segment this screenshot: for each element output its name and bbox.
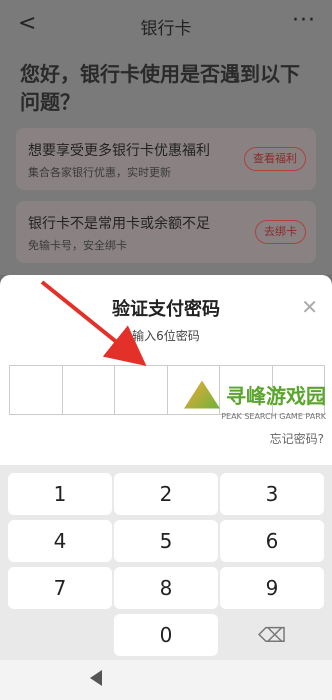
red-arrow-icon: [40, 280, 147, 367]
